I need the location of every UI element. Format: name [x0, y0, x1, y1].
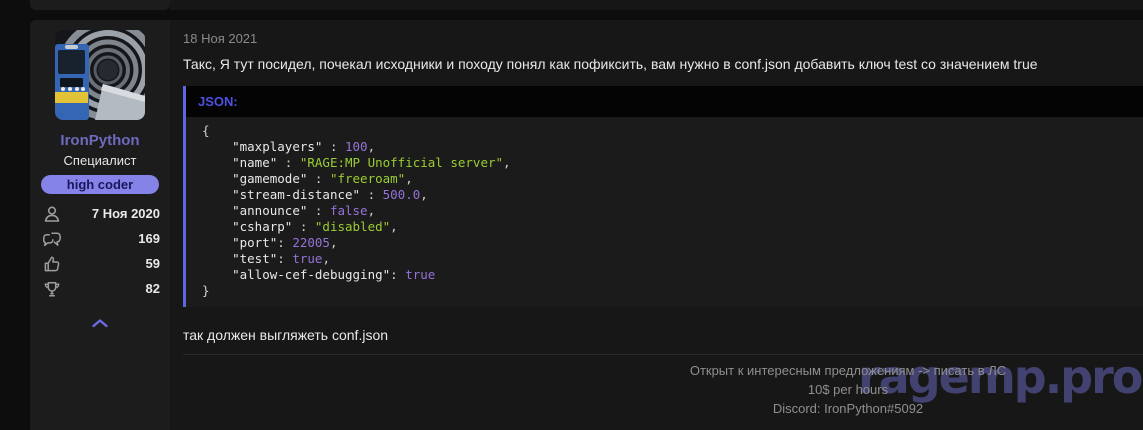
author-username[interactable]: IronPython — [60, 132, 139, 149]
collapse-author-panel-button[interactable] — [91, 315, 109, 333]
previous-post-sidebar-edge — [30, 0, 170, 10]
code-lines: { "maxplayers" : 100, "name" : "RAGE:MP … — [186, 117, 1143, 307]
post-closing-text: так должен выгляжеть conf.json — [183, 327, 1143, 343]
stat-row-joined: 7 Ноя 2020 — [42, 201, 160, 226]
chevron-up-icon — [91, 318, 109, 328]
post-card: IronPython Специалист high coder 7 Ноя 2… — [30, 20, 1143, 430]
thumbs-up-icon — [42, 254, 62, 274]
previous-post-bottom-edge — [30, 0, 1143, 10]
code-block-language-header: JSON: — [186, 86, 1143, 117]
metro-tunnel-avatar-image — [55, 30, 145, 120]
likes-count-value: 59 — [146, 256, 160, 271]
signature-block: Открыт к интересным предложениям -> писа… — [183, 361, 1143, 418]
posts-count-value: 169 — [138, 231, 160, 246]
messages-icon — [42, 229, 63, 249]
stat-row-likes: 59 — [42, 251, 160, 276]
avatar[interactable] — [55, 30, 145, 120]
author-stats: 7 Ноя 2020 169 59 — [30, 201, 170, 301]
user-icon — [42, 204, 62, 224]
author-role: Специалист — [64, 153, 137, 168]
post-date: 18 Ноя 2021 — [183, 31, 1143, 46]
signature-line-discord: Discord: IronPython#5092 — [183, 399, 1143, 418]
trophy-icon — [42, 279, 62, 299]
previous-post-main-edge — [170, 0, 1143, 10]
stat-row-posts: 169 — [42, 226, 160, 251]
stat-row-trophies: 82 — [42, 276, 160, 301]
post-body-text: Такс, Я тут посидел, почекал исходники и… — [183, 56, 1143, 72]
joined-date-value: 7 Ноя 2020 — [92, 206, 160, 221]
trophies-count-value: 82 — [146, 281, 160, 296]
code-block: JSON: { "maxplayers" : 100, "name" : "RA… — [183, 86, 1143, 307]
signature-line-offer: Открыт к интересным предложениям -> писа… — [183, 361, 1143, 380]
signature-line-rate: 10$ per hours — [183, 380, 1143, 399]
author-rank-badge: high coder — [41, 175, 159, 194]
post-main-area: 18 Ноя 2021 Такс, Я тут посидел, почекал… — [170, 20, 1143, 430]
author-sidebar: IronPython Специалист high coder 7 Ноя 2… — [30, 20, 170, 430]
